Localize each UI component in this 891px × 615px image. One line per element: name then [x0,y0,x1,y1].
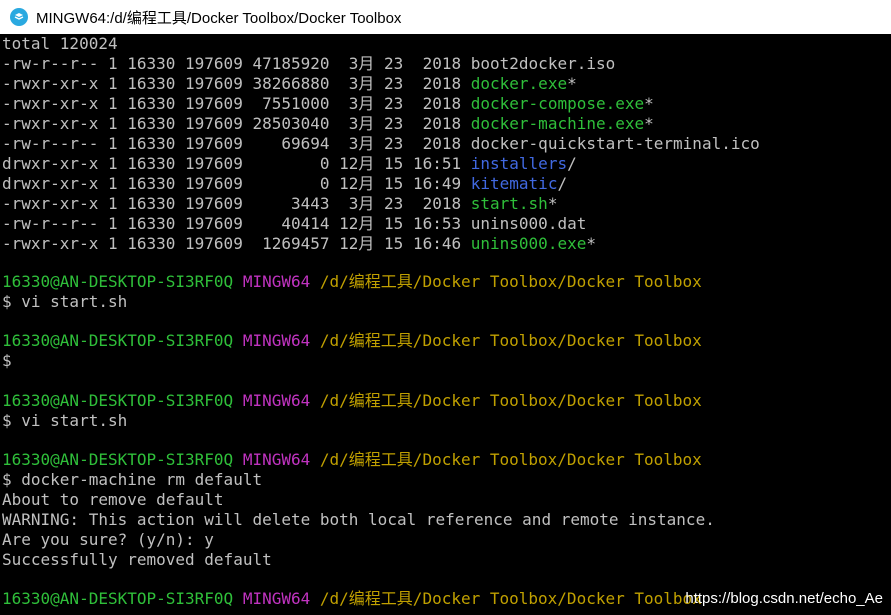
file-name: start.sh [470,194,548,213]
prompt-shell: MINGW64 [242,391,311,410]
command-line: $ vi start.sh [2,292,128,311]
prompt-user-host: 16330@AN-DESKTOP-SI3RF0Q [2,331,234,350]
file-meta: -rwxr-xr-x 1 16330 197609 7551000 3月 23 … [2,94,471,113]
prompt-line: 16330@AN-DESKTOP-SI3RF0Q MINGW64 /d/编程工具… [2,391,702,411]
prompt-path: /d/编程工具/Docker Toolbox/Docker Toolbox [319,391,702,410]
prompt-shell: MINGW64 [242,589,311,608]
output-line: WARNING: This action will delete both lo… [2,510,715,529]
file-name: docker-quickstart-terminal.ico [470,134,760,153]
prompt-path: /d/编程工具/Docker Toolbox/Docker Toolbox [319,331,702,350]
file-meta: -rwxr-xr-x 1 16330 197609 3443 3月 23 201… [2,194,471,213]
window-titlebar[interactable]: MINGW64:/d/编程工具/Docker Toolbox/Docker To… [0,0,891,34]
prompt-path: /d/编程工具/Docker Toolbox/Docker Toolbox [319,272,702,291]
file-suffix: * [586,234,596,253]
file-meta: -rw-r--r-- 1 16330 197609 40414 12月 15 1… [2,214,471,233]
file-name: docker-machine.exe [470,114,645,133]
prompt-path: /d/编程工具/Docker Toolbox/Docker Toolbox [319,589,702,608]
prompt-user-host: 16330@AN-DESKTOP-SI3RF0Q [2,589,234,608]
file-suffix: * [547,194,558,213]
command-line: $ docker-machine rm default [2,470,263,489]
file-row: -rwxr-xr-x 1 16330 197609 28503040 3月 23… [2,114,654,134]
window-title: MINGW64:/d/编程工具/Docker Toolbox/Docker To… [36,9,402,27]
file-name: kitematic [470,174,558,193]
file-row: -rwxr-xr-x 1 16330 197609 38266880 3月 23… [2,74,577,94]
file-name: boot2docker.iso [470,54,616,73]
prompt-path: /d/编程工具/Docker Toolbox/Docker Toolbox [319,450,702,469]
file-meta: drwxr-xr-x 1 16330 197609 0 12月 15 16:51 [2,154,471,173]
prompt-user-host: 16330@AN-DESKTOP-SI3RF0Q [2,272,234,291]
output-line: About to remove default [2,490,224,509]
file-meta: -rw-r--r-- 1 16330 197609 47185920 3月 23… [2,54,471,73]
prompt-line: 16330@AN-DESKTOP-SI3RF0Q MINGW64 /d/编程工具… [2,272,702,292]
file-name: unins000.dat [470,214,587,233]
prompt-line: 16330@AN-DESKTOP-SI3RF0Q MINGW64 /d/编程工具… [2,589,702,609]
prompt-line: 16330@AN-DESKTOP-SI3RF0Q MINGW64 /d/编程工具… [2,331,702,351]
file-row: -rw-r--r-- 1 16330 197609 40414 12月 15 1… [2,214,586,234]
file-suffix: * [567,74,577,93]
watermark-text: https://blog.csdn.net/echo_Ae [685,590,883,607]
file-row: -rwxr-xr-x 1 16330 197609 3443 3月 23 201… [2,194,557,214]
prompt-shell: MINGW64 [242,272,311,291]
file-name: docker.exe [470,74,568,93]
prompt-shell: MINGW64 [242,331,311,350]
file-suffix: * [644,94,654,113]
output-line: Successfully removed default [2,550,272,569]
file-meta: -rwxr-xr-x 1 16330 197609 28503040 3月 23… [2,114,471,133]
command-line: $ vi start.sh [2,411,128,430]
file-suffix: / [567,154,577,173]
file-meta: -rw-r--r-- 1 16330 197609 69694 3月 23 20… [2,134,471,153]
file-suffix: * [644,114,654,133]
file-name: installers [470,154,568,173]
prompt-user-host: 16330@AN-DESKTOP-SI3RF0Q [2,450,234,469]
file-name: unins000.exe [470,234,587,253]
command-line: $ [2,351,12,370]
file-row: -rw-r--r-- 1 16330 197609 69694 3月 23 20… [2,134,760,154]
file-suffix: / [557,174,568,193]
file-row: drwxr-xr-x 1 16330 197609 0 12月 15 16:49… [2,174,567,194]
file-row: -rwxr-xr-x 1 16330 197609 7551000 3月 23 … [2,94,654,114]
output-line: Are you sure? (y/n): y [2,530,214,549]
prompt-shell: MINGW64 [242,450,311,469]
prompt-user-host: 16330@AN-DESKTOP-SI3RF0Q [2,391,234,410]
mintty-app-icon [10,8,28,26]
file-meta: drwxr-xr-x 1 16330 197609 0 12月 15 16:49 [2,174,471,193]
terminal-area[interactable]: total 120024 -rw-r--r-- 1 16330 197609 4… [0,34,891,615]
file-meta: -rwxr-xr-x 1 16330 197609 38266880 3月 23… [2,74,471,93]
file-row: -rw-r--r-- 1 16330 197609 47185920 3月 23… [2,54,615,74]
file-meta: -rwxr-xr-x 1 16330 197609 1269457 12月 15… [2,234,471,253]
file-name: docker-compose.exe [470,94,645,113]
file-row: -rwxr-xr-x 1 16330 197609 1269457 12月 15… [2,234,596,254]
file-row: drwxr-xr-x 1 16330 197609 0 12月 15 16:51… [2,154,577,174]
prompt-line: 16330@AN-DESKTOP-SI3RF0Q MINGW64 /d/编程工具… [2,450,702,470]
listing-total: total 120024 [2,34,118,53]
